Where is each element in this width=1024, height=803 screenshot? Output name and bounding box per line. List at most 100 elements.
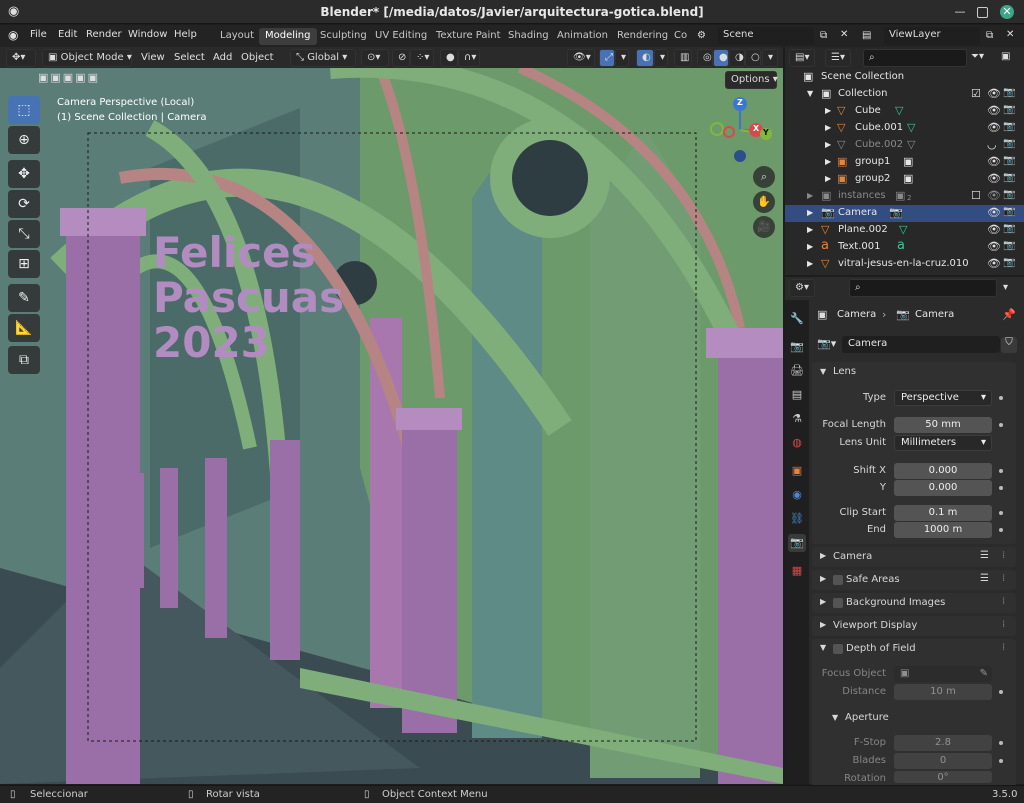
copy-scene-icon[interactable]: ⧉: [820, 30, 827, 41]
keyframe-dot[interactable]: [999, 423, 1003, 427]
scene-icon[interactable]: ⚙: [697, 30, 706, 41]
tab-compositing[interactable]: Co: [668, 28, 693, 45]
view-layer-icon[interactable]: ▤: [862, 30, 871, 41]
outliner-row-plane-002[interactable]: ▶ ▽ Plane.002 ▽ 👁 📷: [785, 222, 1024, 239]
lens-unit-dropdown[interactable]: Millimeters ▾: [894, 435, 992, 451]
move-tool-icon[interactable]: ✥: [8, 160, 40, 188]
maximize-button[interactable]: [977, 7, 988, 18]
expand-arrow-icon[interactable]: ▶: [820, 574, 826, 583]
cursor-tool-icon[interactable]: ⊕: [8, 126, 40, 154]
viewport-display-panel[interactable]: ▶ Viewport Display ⁞: [812, 616, 1016, 636]
f-stop-field[interactable]: 2.8: [894, 735, 992, 751]
presets-list-icon[interactable]: ☰: [980, 550, 989, 561]
keyframe-dot[interactable]: [999, 741, 1003, 745]
expand-arrow-icon[interactable]: ▶: [820, 620, 826, 629]
focal-length-field[interactable]: 50 mm: [894, 417, 992, 433]
collapse-arrow-icon[interactable]: ▼: [832, 713, 838, 722]
filter-icon[interactable]: ⏷▾: [971, 51, 984, 62]
clip-end-field[interactable]: 1000 m: [894, 522, 992, 538]
clip-start-field[interactable]: 0.1 m: [894, 505, 992, 521]
camera-panel[interactable]: ▶ Camera ☰ ⁞: [812, 547, 1016, 567]
menu-render[interactable]: Render: [86, 29, 122, 40]
tab-shading[interactable]: Shading: [502, 28, 555, 45]
expand-arrow-icon[interactable]: ▶: [820, 551, 826, 560]
outliner-search-input[interactable]: ⌕: [863, 49, 967, 67]
overlay-toggle-button[interactable]: ◐: [636, 49, 654, 67]
camera-view-icon[interactable]: 🎥: [753, 216, 775, 238]
pan-hand-icon[interactable]: ✋: [753, 191, 775, 213]
constraints-tab-icon[interactable]: ⛓: [788, 510, 806, 528]
properties-editor-type-button[interactable]: ⚙▾: [789, 279, 815, 297]
tab-sculpting[interactable]: Sculpting: [314, 28, 373, 45]
remove-view-layer-icon[interactable]: ✕: [1006, 29, 1014, 40]
eye-icon[interactable]: 👁: [987, 189, 1001, 202]
expand-arrow-icon[interactable]: ▶: [825, 123, 831, 132]
eye-icon[interactable]: 👁: [987, 172, 1001, 185]
close-button[interactable]: ✕: [1000, 5, 1014, 19]
copy-view-layer-icon[interactable]: ⧉: [986, 30, 993, 41]
editor-type-button[interactable]: ✥▾: [6, 49, 36, 67]
datablock-name-field[interactable]: Camera: [842, 336, 1000, 353]
expand-arrow-icon[interactable]: ▶: [825, 140, 831, 149]
safe-areas-panel[interactable]: ▶ Safe Areas ☰ ⁞: [812, 570, 1016, 590]
distance-field[interactable]: 10 m: [894, 684, 992, 700]
render-camera-icon[interactable]: 📷: [1003, 138, 1015, 149]
render-camera-icon[interactable]: 📷: [1003, 155, 1015, 166]
physics-tab-icon[interactable]: ◉: [788, 486, 806, 504]
tab-layout[interactable]: Layout: [214, 28, 260, 45]
render-camera-icon[interactable]: 📷: [1003, 87, 1015, 98]
safe-areas-checkbox[interactable]: [833, 575, 843, 585]
measure-tool-icon[interactable]: 📐: [8, 314, 40, 342]
scene-tab-icon[interactable]: ⚗: [788, 410, 806, 428]
shading-rendered-button[interactable]: ○: [745, 49, 761, 67]
eye-hidden-icon[interactable]: ◡: [987, 138, 997, 151]
background-images-checkbox[interactable]: [833, 598, 843, 608]
visibility-button[interactable]: 👁▾: [567, 49, 595, 67]
menu-file[interactable]: File: [30, 29, 47, 40]
properties-options-icon[interactable]: ▾: [1003, 282, 1008, 293]
drag-handle-icon[interactable]: ⁞: [1002, 573, 1005, 584]
render-camera-icon[interactable]: 📷: [1003, 206, 1015, 217]
menu-help[interactable]: Help: [174, 29, 197, 40]
keyframe-dot[interactable]: [999, 486, 1003, 490]
texture-tab-icon[interactable]: ▦: [788, 562, 806, 580]
outliner-row-group2[interactable]: ▶ ▣ group2 ▣ 👁 📷: [785, 171, 1024, 188]
menu-window[interactable]: Window: [128, 29, 167, 40]
transform-tool-icon[interactable]: ⊞: [8, 250, 40, 278]
eye-icon[interactable]: 👁: [987, 155, 1001, 168]
zoom-icon[interactable]: ⌕: [753, 166, 775, 188]
expand-arrow-icon[interactable]: ▶: [807, 208, 813, 217]
drag-handle-icon[interactable]: ⁞: [1002, 619, 1005, 630]
background-images-panel[interactable]: ▶ Background Images ⁞: [812, 593, 1016, 613]
drag-handle-icon[interactable]: ⁞: [1002, 550, 1005, 561]
keyframe-dot[interactable]: [999, 759, 1003, 763]
eye-icon[interactable]: 👁: [987, 121, 1001, 134]
drag-handle-icon[interactable]: ⁞: [1002, 596, 1005, 607]
render-camera-icon[interactable]: 📷: [1003, 257, 1015, 268]
render-camera-icon[interactable]: 📷: [1003, 240, 1015, 251]
keyframe-dot[interactable]: [999, 396, 1003, 400]
selection-mode-icons[interactable]: ▣▣▣▣▣: [38, 71, 108, 85]
tab-animation[interactable]: Animation: [551, 28, 614, 45]
eye-icon[interactable]: 👁: [987, 206, 1001, 219]
blades-field[interactable]: 0: [894, 753, 992, 769]
view-layer-selector[interactable]: ViewLayer: [884, 27, 980, 45]
datablock-browse-icon[interactable]: 📷▾: [817, 337, 836, 350]
world-tab-icon[interactable]: ◍: [788, 434, 806, 452]
outliner-row-vitral[interactable]: ▶ ▽ vitral-jesus-en-la-cruz.010 👁 📷: [785, 256, 1024, 273]
outliner-row-camera[interactable]: ▶ 📷 Camera 📷 👁 📷: [785, 205, 1024, 222]
properties-search-input[interactable]: ⌕: [849, 279, 997, 297]
remove-scene-icon[interactable]: ✕: [840, 29, 848, 40]
presets-list-icon[interactable]: ☰: [980, 573, 989, 584]
expand-arrow-icon[interactable]: ▶: [820, 597, 826, 606]
expand-arrow-icon[interactable]: ▶: [825, 106, 831, 115]
eye-icon[interactable]: 👁: [987, 87, 1001, 100]
overlay-dropdown[interactable]: ▾: [654, 49, 668, 67]
checkbox-icon[interactable]: ☐: [971, 189, 981, 202]
render-camera-icon[interactable]: 📷: [1003, 121, 1015, 132]
eyedropper-icon[interactable]: ✎: [980, 666, 988, 682]
gizmo-dropdown[interactable]: ▾: [615, 49, 629, 67]
snap-toggle-button[interactable]: ⊘: [392, 49, 410, 67]
tab-modeling[interactable]: Modeling: [259, 28, 317, 45]
keyframe-dot[interactable]: [999, 469, 1003, 473]
